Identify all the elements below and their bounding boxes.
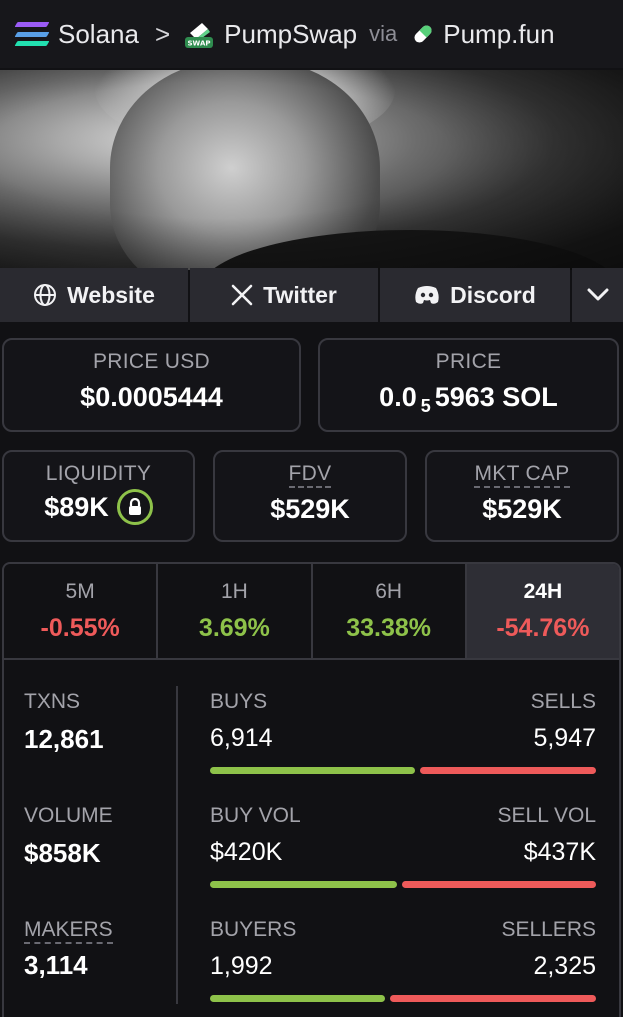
- txns-value: 12,861: [24, 724, 104, 754]
- tab-change-value: 33.38%: [346, 614, 432, 642]
- sells-label: SELLS: [530, 690, 596, 713]
- buy-sell-volume-stat: BUY VOL SELL VOL $420K $437K: [210, 804, 596, 888]
- sell-vol-value: $437K: [523, 838, 596, 866]
- buys-sells-stat: BUYS SELLS 6,914 5,947: [210, 690, 596, 774]
- sellers-value: 2,325: [533, 952, 596, 980]
- sells-value: 5,947: [533, 724, 596, 752]
- fdv-card: FDV $529K: [213, 450, 407, 542]
- price-usd-label: PRICE USD: [92, 350, 211, 373]
- buys-bar-segment: [210, 767, 416, 774]
- breadcrumb-dex[interactable]: PumpSwap: [224, 19, 357, 50]
- discord-label: Discord: [450, 281, 536, 308]
- sellers-label: SELLERS: [501, 918, 596, 941]
- pumpswap-logo-text: SWAP: [188, 40, 211, 48]
- tab-change-value: 3.69%: [198, 614, 270, 642]
- buys-label: BUYS: [210, 690, 268, 713]
- buys-value: 6,914: [210, 724, 273, 752]
- website-button[interactable]: Website: [0, 268, 188, 322]
- tab-change-value: -54.76%: [496, 614, 590, 642]
- breadcrumb-chain[interactable]: Solana: [58, 19, 139, 50]
- market-cap-label[interactable]: MKT CAP: [474, 462, 570, 488]
- breadcrumb-launchpad[interactable]: Pump.fun: [443, 19, 554, 50]
- price-native-value: 0.0 5 5963 SOL: [320, 382, 617, 417]
- volume-label: VOLUME: [24, 804, 113, 827]
- token-banner-image: [0, 70, 623, 270]
- tab-label: 6H: [375, 580, 403, 603]
- makers-stat: MAKERS 3,114: [24, 918, 113, 981]
- sell-vol-label: SELL VOL: [497, 804, 596, 827]
- price-native-label: PRICE: [435, 350, 502, 373]
- tab-6h[interactable]: 6H 33.38%: [313, 564, 467, 658]
- buy-vol-bar-segment: [210, 881, 397, 888]
- buyers-sellers-stat: BUYERS SELLERS 1,992 2,325: [210, 918, 596, 1002]
- price-change-tabs: 5M -0.55% 1H 3.69% 6H 33.38% 24H -54.76%: [2, 562, 621, 660]
- breadcrumb-separator: >: [154, 18, 171, 49]
- buyers-value: 1,992: [210, 952, 273, 980]
- price-usd-card: PRICE USD $0.0005444: [2, 338, 301, 432]
- liquidity-card: LIQUIDITY $89K: [2, 450, 195, 542]
- tab-label: 1H: [220, 580, 248, 603]
- fdv-label[interactable]: FDV: [288, 462, 332, 488]
- price-native-zeros: 5: [420, 396, 431, 416]
- discord-button[interactable]: Discord: [380, 268, 570, 322]
- txns-label: TXNS: [24, 690, 81, 713]
- buys-sells-bar: [210, 767, 596, 774]
- breadcrumb: Solana > SWAP PumpSwap via Pump.fun: [0, 0, 623, 68]
- buyers-bar-segment: [210, 995, 386, 1002]
- breadcrumb-via: via: [369, 21, 398, 46]
- sells-bar-segment: [420, 767, 596, 774]
- lock-icon[interactable]: [116, 488, 153, 525]
- pill-icon: [411, 22, 435, 46]
- makers-value: 3,114: [24, 950, 88, 980]
- tab-label: 24H: [523, 580, 563, 603]
- pumpswap-logo-icon: SWAP: [184, 19, 214, 49]
- buy-vol-label: BUY VOL: [210, 804, 301, 827]
- globe-icon: [34, 284, 57, 306]
- buyers-label: BUYERS: [210, 918, 297, 941]
- solana-logo-icon: [14, 22, 50, 46]
- tab-1h[interactable]: 1H 3.69%: [158, 564, 313, 658]
- tab-change-value: -0.55%: [40, 614, 120, 642]
- market-cap-value: $529K: [482, 494, 562, 524]
- txns-stat: TXNS 12,861: [24, 690, 104, 755]
- fdv-value: $529K: [270, 494, 350, 524]
- buy-sell-volume-bar: [210, 881, 596, 888]
- x-logo-icon: [231, 284, 253, 306]
- liquidity-label: LIQUIDITY: [45, 462, 152, 485]
- tab-5m[interactable]: 5M -0.55%: [4, 564, 159, 658]
- volume-value: $858K: [24, 838, 101, 868]
- tab-label: 5M: [65, 580, 95, 603]
- price-usd-value: $0.0005444: [80, 382, 223, 412]
- social-links: Website Twitter Discord: [0, 268, 623, 322]
- chevron-down-icon: [587, 288, 608, 301]
- makers-label[interactable]: MAKERS: [24, 918, 113, 944]
- volume-stat: VOLUME $858K: [24, 804, 113, 869]
- more-links-button[interactable]: [572, 268, 623, 322]
- tab-24h[interactable]: 24H -54.76%: [466, 564, 619, 658]
- price-native-digits: 5963 SOL: [434, 382, 558, 412]
- price-native-card: PRICE 0.0 5 5963 SOL: [318, 338, 619, 432]
- twitter-label: Twitter: [263, 281, 337, 308]
- discord-icon: [415, 286, 439, 304]
- liquidity-value: $89K: [44, 492, 109, 522]
- market-cap-card: MKT CAP $529K: [425, 450, 619, 542]
- twitter-button[interactable]: Twitter: [190, 268, 378, 322]
- sell-vol-bar-segment: [401, 881, 596, 888]
- liquidity-value-row: $89K: [4, 488, 193, 525]
- buy-vol-value: $420K: [210, 838, 283, 866]
- stats-divider: [176, 686, 178, 1004]
- website-label: Website: [67, 281, 155, 308]
- buyers-sellers-bar: [210, 995, 596, 1002]
- price-native-prefix: 0.0: [379, 382, 417, 412]
- sellers-bar-segment: [390, 995, 596, 1002]
- transaction-stats: TXNS 12,861 VOLUME $858K MAKERS 3,114 BU…: [2, 660, 621, 1017]
